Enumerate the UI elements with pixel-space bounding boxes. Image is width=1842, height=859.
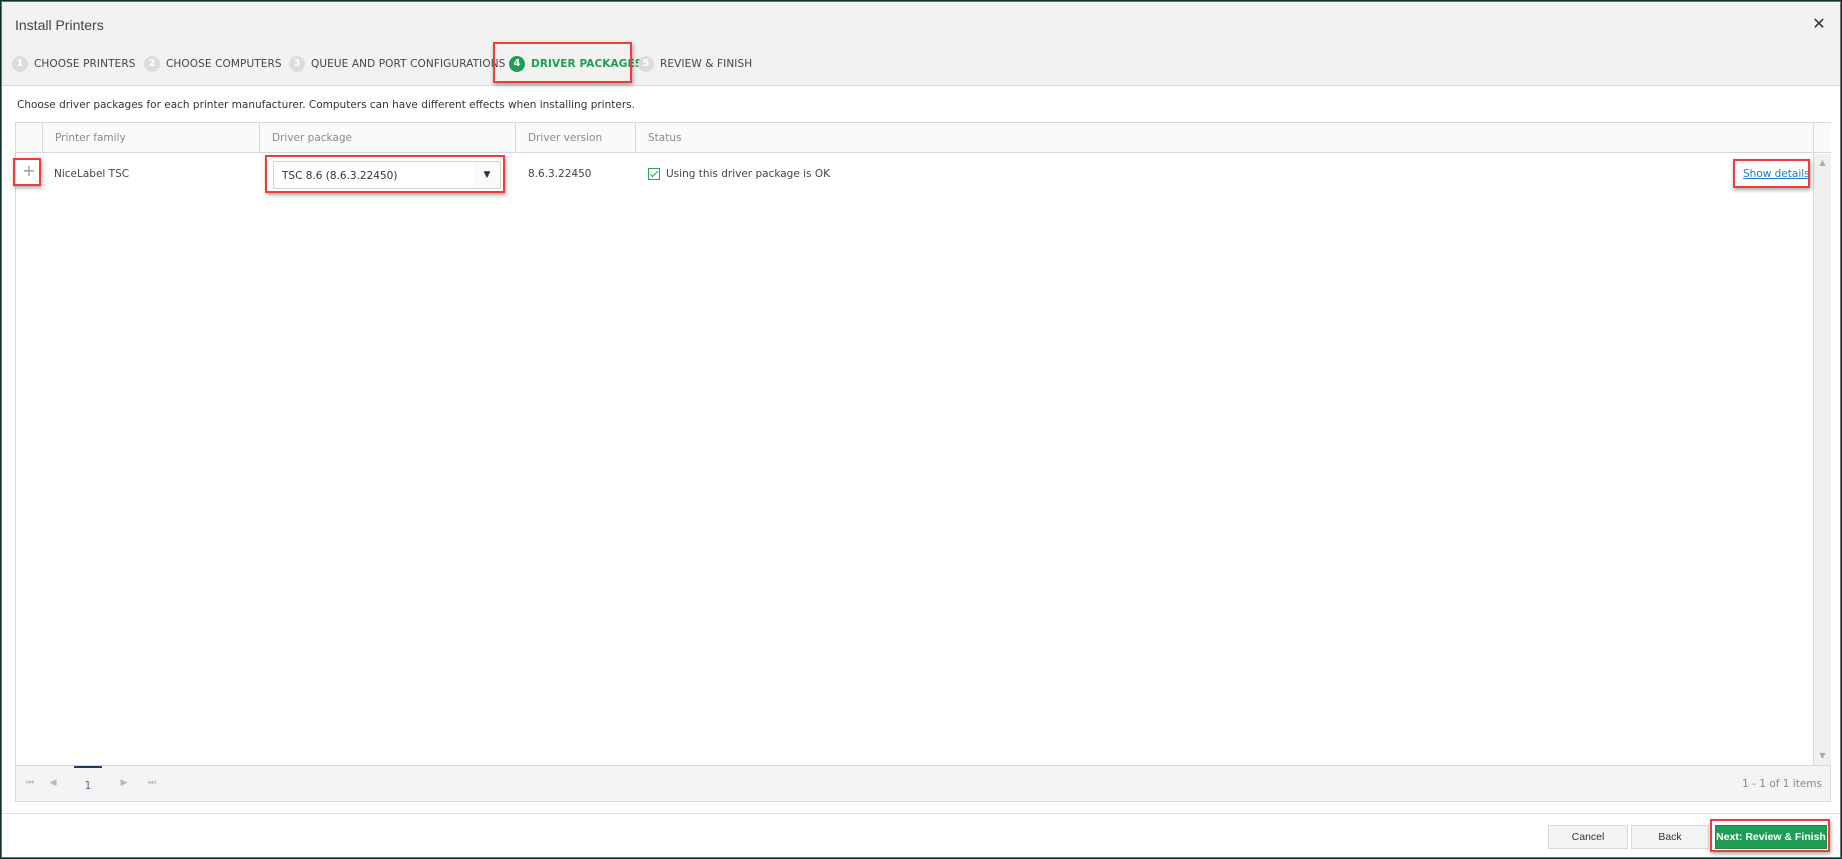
next-review-finish-button[interactable]: Next: Review & Finish: [1715, 825, 1827, 849]
driver-version-cell: 8.6.3.22450: [528, 168, 592, 180]
tab-label: REVIEW & FINISH: [660, 58, 753, 70]
column-header-status[interactable]: Status: [635, 123, 1813, 153]
step-badge: 4: [509, 56, 525, 72]
scroll-down-arrow-icon[interactable]: ▼: [1814, 749, 1831, 763]
tab-choose-printers[interactable]: 1 CHOOSE PRINTERS: [12, 55, 135, 73]
scrollbar-track[interactable]: ▲ ▼: [1814, 154, 1831, 765]
scrollbar-header-spacer: [1814, 123, 1831, 153]
next-page-icon[interactable]: ▶: [117, 776, 131, 790]
dialog-header: Install Printers ✕ 1 CHOOSE PRINTERS 2 C…: [2, 2, 1840, 86]
status-ok-checkbox-icon: [648, 168, 660, 180]
last-page-icon[interactable]: ⏭: [145, 776, 159, 790]
column-header-driver-package[interactable]: Driver package: [259, 123, 515, 153]
cancel-button[interactable]: Cancel: [1548, 825, 1628, 849]
grid-pager: ⏮ ◀ 1 ▶ ⏭ 1 - 1 of 1 items: [16, 765, 1830, 801]
chevron-down-icon[interactable]: ▼: [474, 162, 500, 188]
dialog-title: Install Printers: [15, 17, 104, 33]
column-header-driver-version[interactable]: Driver version: [515, 123, 635, 153]
scroll-up-arrow-icon[interactable]: ▲: [1814, 156, 1831, 170]
show-details-link[interactable]: Show details: [1743, 154, 1810, 194]
status-cell: Using this driver package is OK: [648, 154, 830, 194]
driver-package-dropdown[interactable]: TSC 8.6 (8.6.3.22450) ▼: [273, 161, 501, 189]
previous-page-icon[interactable]: ◀: [46, 776, 60, 790]
step-badge: 3: [289, 56, 305, 72]
tab-label: CHOOSE PRINTERS: [34, 58, 136, 70]
tab-choose-computers[interactable]: 2 CHOOSE COMPUTERS: [144, 55, 282, 73]
current-page-button[interactable]: 1: [74, 766, 102, 802]
tab-review-and-finish[interactable]: 5 REVIEW & FINISH: [638, 55, 752, 73]
tab-label: CHOOSE COMPUTERS: [166, 58, 282, 70]
tab-driver-packages[interactable]: 4 DRIVER PACKAGES: [509, 55, 642, 73]
footer-divider: [2, 813, 1840, 814]
table-row: + NiceLabel TSC TSC 8.6 (8.6.3.22450) ▼ …: [16, 154, 1813, 194]
column-header-printer-family[interactable]: Printer family: [42, 123, 259, 153]
column-header-expand: [16, 123, 42, 153]
driver-packages-grid: Printer family Driver package Driver ver…: [15, 122, 1831, 802]
back-button[interactable]: Back: [1631, 825, 1709, 849]
step-badge: 2: [144, 56, 160, 72]
install-printers-dialog: Install Printers ✕ 1 CHOOSE PRINTERS 2 C…: [1, 1, 1841, 858]
grid-header: Printer family Driver package Driver ver…: [16, 123, 1830, 153]
driver-package-selected-value: TSC 8.6 (8.6.3.22450): [282, 170, 398, 182]
tab-label: DRIVER PACKAGES: [531, 58, 643, 70]
expand-row-button[interactable]: +: [21, 162, 37, 180]
vertical-scrollbar[interactable]: ▲ ▼: [1813, 123, 1831, 765]
close-icon[interactable]: ✕: [1810, 15, 1828, 33]
printer-family-cell: NiceLabel TSC: [54, 168, 130, 180]
page-description: Choose driver packages for each printer …: [17, 99, 635, 111]
tab-queue-and-port-configurations[interactable]: 3 QUEUE AND PORT CONFIGURATIONS: [289, 55, 505, 73]
step-badge: 1: [12, 56, 28, 72]
step-badge: 5: [638, 56, 654, 72]
status-text: Using this driver package is OK: [666, 168, 830, 180]
first-page-icon[interactable]: ⏮: [23, 776, 37, 790]
pager-info: 1 - 1 of 1 items: [1742, 778, 1822, 790]
tab-label: QUEUE AND PORT CONFIGURATIONS: [311, 58, 506, 70]
